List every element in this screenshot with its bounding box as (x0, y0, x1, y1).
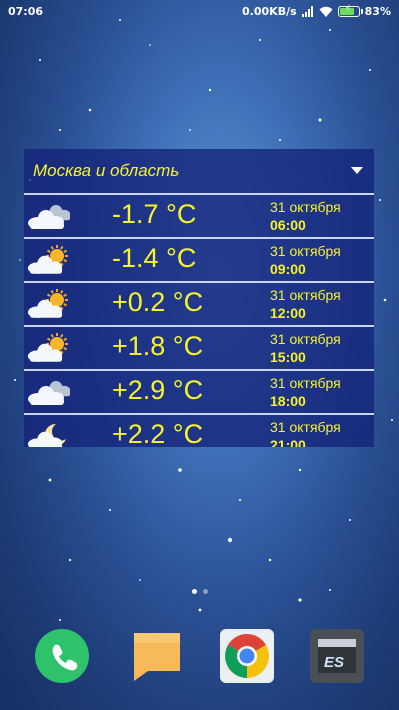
battery-percent: 83% (364, 5, 391, 18)
weather-widget[interactable]: Москва и область -1.7 °C 31 октября 06:0… (24, 149, 374, 447)
status-time: 07:06 (8, 5, 44, 18)
forecast-time: 18:00 (270, 393, 306, 409)
temperature: +2.2 °C (112, 419, 204, 447)
chrome-icon[interactable] (220, 629, 274, 683)
partly-sunny-icon (27, 333, 68, 362)
battery-icon: ⚡ (337, 4, 363, 17)
forecast-row[interactable]: -1.7 °C 31 октября 06:00 (24, 195, 374, 239)
forecast-list: -1.7 °C 31 октября 06:00 -1.4 °C 31 октя… (24, 195, 374, 447)
forecast-time: 09:00 (270, 261, 306, 277)
forecast-time: 21:00 (270, 437, 306, 447)
cloudy-night-icon (27, 423, 66, 447)
cloudy-icon (28, 205, 70, 229)
page-indicator (192, 589, 208, 594)
network-speed: 0.00KB/s (242, 5, 297, 18)
temperature: +0.2 °C (112, 287, 204, 317)
region-title: Москва и область (33, 161, 180, 180)
forecast-row[interactable]: +2.2 °C 31 октября 21:00 (24, 415, 374, 447)
page-dot-active (192, 589, 197, 594)
forecast-time: 06:00 (270, 217, 306, 233)
temperature: +1.8 °C (112, 331, 204, 361)
forecast-date: 31 октября (270, 243, 341, 259)
signal-icon (301, 6, 313, 17)
svg-text:ES: ES (324, 654, 344, 671)
forecast-date: 31 октября (270, 287, 341, 303)
dropdown-arrow-icon[interactable] (351, 167, 363, 174)
temperature: -1.4 °C (112, 243, 197, 273)
temperature: -1.7 °C (112, 199, 197, 229)
forecast-date: 31 октября (270, 375, 341, 391)
status-right: 0.00KB/s ⚡ 83% (242, 4, 391, 18)
wifi-icon (319, 6, 333, 17)
forecast-time: 12:00 (270, 305, 306, 321)
partly-sunny-icon (27, 245, 68, 274)
messages-icon[interactable] (130, 629, 184, 683)
phone-icon[interactable] (35, 629, 89, 683)
forecast-date: 31 октября (270, 331, 341, 347)
es-file-explorer-icon[interactable]: ES (310, 629, 364, 683)
forecast-row[interactable]: +0.2 °C 31 октября 12:00 (24, 283, 374, 327)
forecast-date: 31 октября (270, 419, 341, 435)
page-dot (203, 589, 208, 594)
partly-sunny-icon (27, 289, 68, 318)
forecast-row[interactable]: +2.9 °C 31 октября 18:00 (24, 371, 374, 415)
temperature: +2.9 °C (112, 375, 204, 405)
forecast-row[interactable]: +1.8 °C 31 октября 15:00 (24, 327, 374, 371)
widget-header[interactable]: Москва и область (24, 149, 374, 195)
forecast-row[interactable]: -1.4 °C 31 октября 09:00 (24, 239, 374, 283)
forecast-time: 15:00 (270, 349, 306, 365)
forecast-date: 31 октября (270, 199, 341, 215)
app-dock: ES (0, 629, 399, 683)
status-bar: 07:06 0.00KB/s ⚡ 83% (0, 0, 399, 24)
cloudy-icon (28, 381, 70, 405)
